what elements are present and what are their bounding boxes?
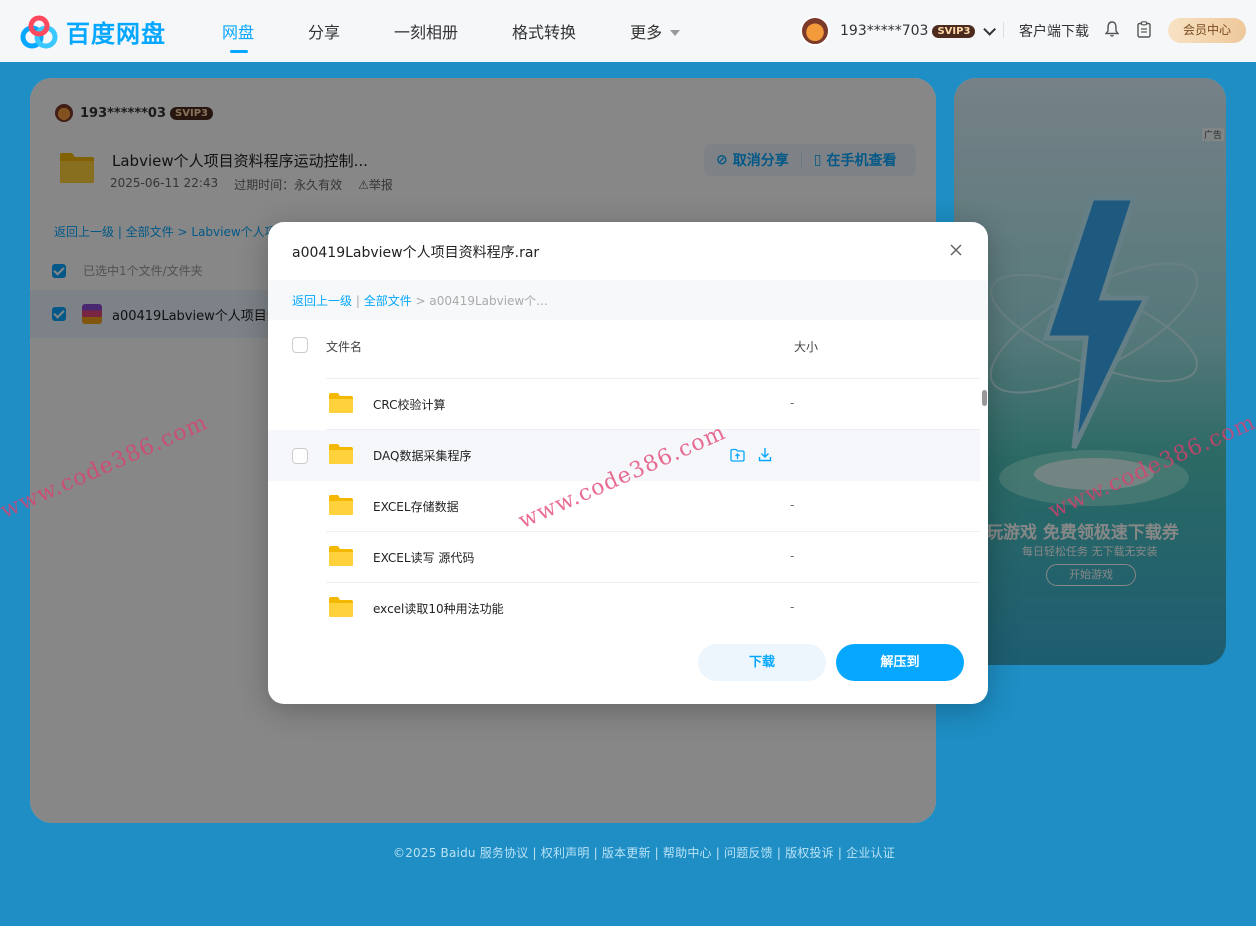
save-to-netdisk-icon[interactable] [730, 448, 745, 462]
folder-icon [329, 444, 353, 464]
list-item[interactable]: DAQ数据采集程序 [268, 430, 980, 481]
crumb-back[interactable]: 返回上一级 [292, 294, 352, 308]
bell-icon[interactable] [1105, 21, 1119, 37]
crumb-all-files[interactable]: 全部文件 [364, 294, 412, 308]
file-size: - [790, 600, 795, 614]
clipboard-icon[interactable] [1137, 21, 1151, 38]
file-name: CRC校验计算 [373, 398, 446, 412]
divider [1003, 22, 1004, 38]
scrollbar-thumb[interactable] [982, 390, 987, 406]
logo[interactable]: 百度网盘 [20, 14, 166, 49]
file-name: excel读取10种用法功能 [373, 602, 504, 616]
dialog-breadcrumb: 返回上一级 | 全部文件 > a00419Labview个... [268, 280, 988, 320]
list-header: 文件名 大小 [268, 320, 980, 372]
crumb-current: a00419Labview个... [429, 294, 548, 308]
archive-preview-dialog: a00419Labview个人项目资料程序.rar 返回上一级 | 全部文件 >… [268, 222, 988, 704]
client-download-link[interactable]: 客户端下载 [1019, 21, 1089, 41]
file-list: CRC校验计算 - DAQ数据采集程序 EXCEL存储数据 - EXCEL读写 … [268, 372, 980, 622]
file-size: - [790, 396, 795, 410]
file-size: - [790, 498, 795, 512]
file-name: EXCEL读写 源代码 [373, 551, 475, 565]
folder-icon [329, 546, 353, 566]
nav-netdisk[interactable]: 网盘 [222, 19, 254, 53]
nav-convert[interactable]: 格式转换 [512, 19, 576, 43]
crumb-separator: | [355, 294, 364, 308]
column-name[interactable]: 文件名 [326, 338, 362, 355]
close-icon[interactable] [948, 242, 964, 258]
crumb-arrow: > [415, 294, 430, 308]
chevron-down-icon [983, 22, 997, 36]
user-name: 193*****703 [840, 23, 929, 39]
list-item[interactable]: excel读取10种用法功能 - [268, 583, 980, 622]
app-name: 百度网盘 [66, 20, 166, 48]
download-icon[interactable] [758, 447, 772, 462]
folder-icon [329, 393, 353, 413]
nav-album[interactable]: 一刻相册 [394, 19, 458, 43]
extract-to-button[interactable]: 解压到 [836, 644, 964, 681]
nav-share[interactable]: 分享 [308, 19, 340, 43]
file-name: EXCEL存储数据 [373, 500, 459, 514]
list-item[interactable]: EXCEL读写 源代码 - [268, 532, 980, 583]
top-bar: 百度网盘 网盘 分享 一刻相册 格式转换 更多 193*****703 SVIP… [0, 0, 1256, 62]
modal-overlay [954, 78, 1226, 665]
header-checkbox[interactable] [292, 337, 308, 353]
user-menu[interactable]: 193*****703 SVIP3 [800, 16, 997, 46]
vip-center-button[interactable]: 会员中心 [1168, 18, 1246, 43]
main-nav: 网盘 分享 一刻相册 格式转换 更多 [222, 19, 734, 53]
nav-more[interactable]: 更多 [630, 19, 680, 43]
vip-badge: SVIP3 [932, 24, 976, 38]
folder-icon [329, 495, 353, 515]
baidu-netdisk-logo-icon [20, 15, 58, 48]
file-name: DAQ数据采集程序 [373, 449, 472, 463]
row-checkbox[interactable] [292, 448, 308, 464]
dialog-title: a00419Labview个人项目资料程序.rar [292, 245, 540, 261]
list-item[interactable]: CRC校验计算 - [268, 379, 980, 430]
folder-icon [329, 597, 353, 617]
ad-panel[interactable]: 广告 玩游戏 免费领极速下载券 每日轻松任务 无下载无安装 开始游戏 [954, 78, 1226, 665]
file-size: - [790, 549, 795, 563]
list-item[interactable]: EXCEL存储数据 - [268, 481, 980, 532]
footer[interactable]: ©2025 Baidu 服务协议 | 权利声明 | 版本更新 | 帮助中心 | … [393, 844, 895, 861]
avatar [800, 16, 830, 46]
column-size[interactable]: 大小 [794, 338, 818, 355]
download-button[interactable]: 下载 [698, 644, 826, 681]
